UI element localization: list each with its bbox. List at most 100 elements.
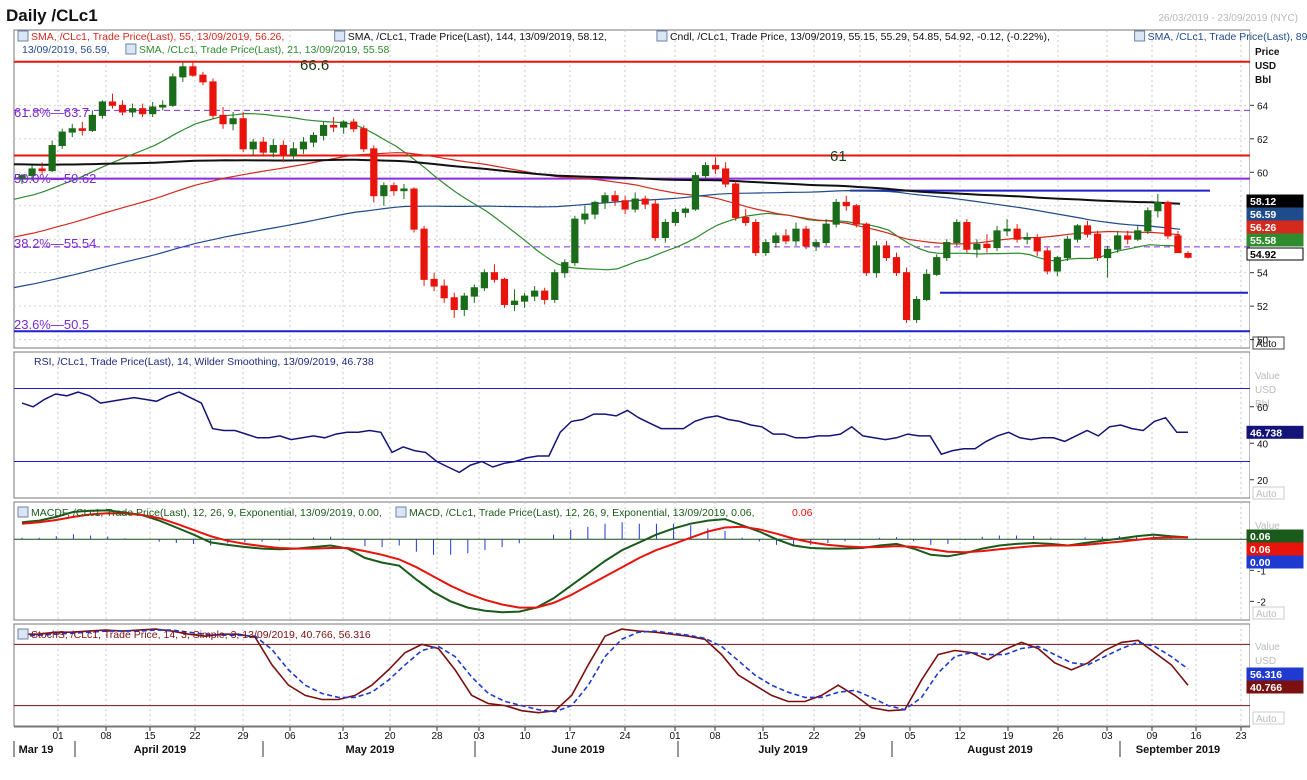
resistance-label-high: 66.6 xyxy=(300,57,329,74)
time-tick-label: 20 xyxy=(384,731,396,742)
candle[interactable] xyxy=(862,222,870,277)
candle[interactable] xyxy=(58,128,66,149)
svg-text:54.92: 54.92 xyxy=(1250,249,1276,261)
time-tick-label: 24 xyxy=(619,731,631,742)
candle[interactable] xyxy=(571,215,579,266)
time-tick-label: 29 xyxy=(237,731,249,742)
svg-text:0.00: 0.00 xyxy=(1250,557,1271,569)
svg-text:Price: Price xyxy=(1255,47,1280,58)
stoch-auto-button[interactable]: Auto xyxy=(1252,711,1285,725)
candle[interactable] xyxy=(902,267,911,323)
fib-236-label: 23.6%—50.5 xyxy=(14,317,89,332)
time-tick-label: 15 xyxy=(144,731,156,742)
time-tick-label: 22 xyxy=(189,731,201,742)
candle[interactable] xyxy=(360,125,368,153)
stoch-badge: 40.766 xyxy=(1246,680,1304,694)
candle[interactable] xyxy=(480,269,488,292)
candle[interactable] xyxy=(923,269,931,302)
candle[interactable] xyxy=(551,269,559,303)
candle[interactable] xyxy=(651,199,659,241)
chart-window: Daily /CLc1 26/03/2019 - 23/09/2019 (NYC… xyxy=(0,0,1307,775)
candle[interactable] xyxy=(500,277,509,308)
macd-auto-button[interactable]: Auto xyxy=(1252,606,1285,620)
legend-entry: SMA, /CLc1, Trade Price(Last), 21, 13/09… xyxy=(139,44,390,56)
time-tick-label: 06 xyxy=(284,731,296,742)
time-tick-label: 15 xyxy=(757,731,769,742)
candle[interactable] xyxy=(1063,235,1071,261)
rsi-legend: RSI, /CLc1, Trade Price(Last), 14, Wilde… xyxy=(34,356,374,368)
macd-legend-b: MACD, /CLc1, Trade Price(Last), 12, 26, … xyxy=(409,507,755,519)
time-tick-label: 08 xyxy=(709,731,721,742)
fib-382-label: 38.2%—55.54 xyxy=(14,236,96,251)
sma-icon xyxy=(125,43,137,55)
time-tick-label: 05 xyxy=(904,731,916,742)
axis-tick-label: 52 xyxy=(1257,302,1269,313)
svg-text:46.738: 46.738 xyxy=(1250,427,1282,439)
rsi-panel[interactable] xyxy=(13,351,1251,499)
svg-text:Bbl: Bbl xyxy=(1255,75,1271,86)
month-label: Mar 19 xyxy=(19,744,54,756)
macd-legend-a: MACDF, /CLc1, Trade Price(Last), 12, 26,… xyxy=(31,507,382,519)
candle[interactable] xyxy=(953,219,961,246)
stoch-icon xyxy=(17,628,29,640)
svg-text:USD: USD xyxy=(1255,61,1276,72)
macd-legend: MACDF, /CLc1, Trade Price(Last), 12, 26,… xyxy=(17,506,813,519)
time-tick-label: 17 xyxy=(564,731,576,742)
legend-entry: SMA, /CLc1, Trade Price(Last), 55, 13/09… xyxy=(31,31,284,43)
time-tick-label: 23 xyxy=(1235,731,1247,742)
macd-badge: 0.06 xyxy=(1246,529,1304,543)
svg-text:0.06: 0.06 xyxy=(1250,531,1271,543)
rsi-badge: 46.738 xyxy=(1246,425,1304,439)
candle[interactable] xyxy=(1093,230,1102,261)
candle[interactable] xyxy=(732,180,740,221)
axis-tick-label: 60 xyxy=(1257,168,1269,179)
candle[interactable] xyxy=(48,140,56,173)
axis-tick-label: 50 xyxy=(1257,336,1269,347)
stoch-legend: StochS, /CLc1, Trade Price, 14, 3, Simpl… xyxy=(17,628,371,641)
candle[interactable] xyxy=(933,254,941,277)
legend-entry: Cndl, /CLc1, Trade Price, 13/09/2019, 55… xyxy=(670,31,1050,43)
month-label: April 2019 xyxy=(134,744,187,756)
candle[interactable] xyxy=(169,73,177,107)
axis-tick-label: 40 xyxy=(1257,439,1269,450)
date-range-label: 26/03/2019 - 23/09/2019 (NYC) xyxy=(1158,13,1298,24)
candle[interactable] xyxy=(852,204,860,228)
svg-text:Auto: Auto xyxy=(1256,714,1277,725)
candle[interactable] xyxy=(420,225,428,287)
time-tick-label: 08 xyxy=(100,731,112,742)
candle[interactable] xyxy=(963,219,971,253)
fib-500-label: 50.0%—59.62 xyxy=(14,171,96,186)
rsi-auto-button[interactable]: Auto xyxy=(1252,486,1285,500)
stoch-badge: 56.316 xyxy=(1246,667,1304,681)
axis-tick-label: 64 xyxy=(1257,101,1269,112)
candle[interactable] xyxy=(410,187,418,233)
candle[interactable] xyxy=(912,296,921,323)
candle[interactable] xyxy=(943,239,951,261)
time-tick-label: 28 xyxy=(431,731,443,742)
svg-text:Value: Value xyxy=(1255,642,1280,653)
candle[interactable] xyxy=(1144,207,1152,235)
candle[interactable] xyxy=(691,172,700,211)
candle[interactable] xyxy=(1043,247,1051,275)
svg-text:Value: Value xyxy=(1255,371,1280,382)
candle[interactable] xyxy=(802,225,810,250)
time-tick-label: 09 xyxy=(1146,731,1158,742)
month-label: September 2019 xyxy=(1136,744,1220,756)
macd-badge: 0.06 xyxy=(1246,542,1304,556)
candle[interactable] xyxy=(872,240,881,278)
time-tick-label: 16 xyxy=(1190,731,1202,742)
candle[interactable] xyxy=(832,199,840,228)
time-tick-label: 01 xyxy=(52,731,64,742)
svg-text:58.12: 58.12 xyxy=(1250,196,1276,208)
candle[interactable] xyxy=(370,145,378,203)
candle[interactable] xyxy=(752,219,760,256)
legend-entry: SMA, /CLc1, Trade Price(Last), 144, 13/0… xyxy=(348,31,607,43)
price-legend-line2: 13/09/2019, 56.59, SMA, /CLc1, Trade Pric… xyxy=(22,43,390,56)
axis-tick-label: 62 xyxy=(1257,135,1269,146)
candle[interactable] xyxy=(209,78,217,119)
axis-tick-label: 20 xyxy=(1257,476,1269,487)
svg-text:USD: USD xyxy=(1255,385,1276,396)
macd-icon xyxy=(395,506,407,518)
macd-legend-b-value: 0.06 xyxy=(792,507,813,519)
candle[interactable] xyxy=(1164,200,1172,240)
